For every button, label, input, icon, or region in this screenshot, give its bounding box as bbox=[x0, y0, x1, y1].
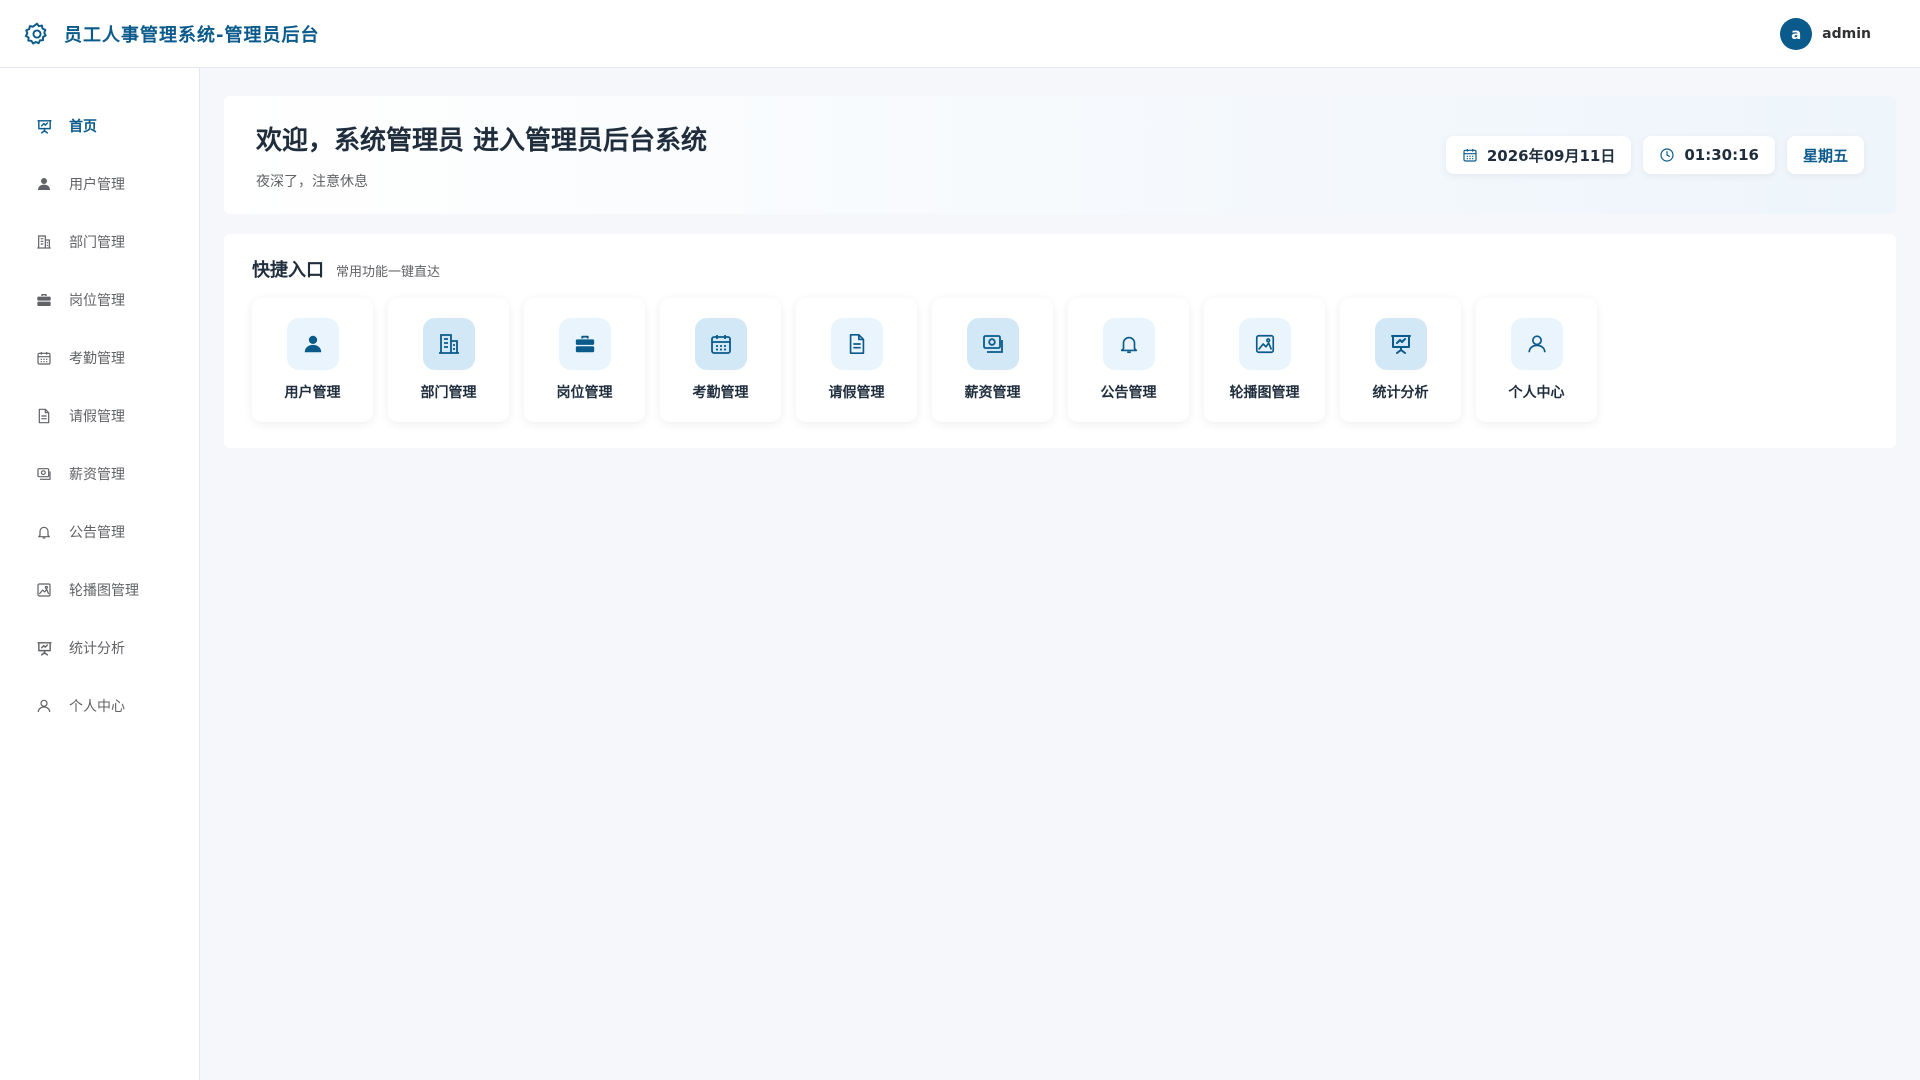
app-title: 员工人事管理系统-管理员后台 bbox=[64, 24, 320, 46]
weekday-chip: 星期五 bbox=[1786, 136, 1864, 174]
welcome-subtext: 夜深了，注意休息 bbox=[256, 173, 368, 190]
sidebar-item-label: 请假管理 bbox=[69, 409, 125, 425]
date-chip: 2026年09月11日 bbox=[1445, 136, 1632, 174]
document-icon bbox=[35, 407, 53, 425]
quick-card-label: 部门管理 bbox=[420, 385, 477, 401]
sidebar-item-announcements[interactable]: 公告管理 bbox=[0, 503, 199, 561]
quick-access-title: 快捷入口 bbox=[252, 260, 324, 281]
person-outline-icon bbox=[1510, 318, 1563, 370]
sidebar-item-label: 用户管理 bbox=[69, 177, 125, 193]
time-text: 01:30:16 bbox=[1684, 146, 1759, 164]
presentation-chart-icon bbox=[35, 117, 53, 135]
sidebar-item-home[interactable]: 首页 bbox=[0, 97, 199, 155]
money-icon bbox=[966, 318, 1019, 370]
quick-card-label: 用户管理 bbox=[284, 385, 341, 401]
quick-card-statistics[interactable]: 统计分析 bbox=[1340, 298, 1461, 422]
sidebar: 首页 用户管理 部门管理 岗位管理 考勤管理 请假管理 薪资管理 公告管理 轮播… bbox=[0, 68, 200, 1080]
bell-icon bbox=[1102, 318, 1155, 370]
sidebar-item-statistics[interactable]: 统计分析 bbox=[0, 619, 199, 677]
welcome-heading: 欢迎，系统管理员 进入管理员后台系统 bbox=[256, 125, 708, 156]
main-content: 欢迎，系统管理员 进入管理员后台系统 夜深了，注意休息 2026年09月11日 … bbox=[224, 96, 1896, 448]
quick-card-profile[interactable]: 个人中心 bbox=[1476, 298, 1597, 422]
sidebar-item-label: 部门管理 bbox=[69, 235, 125, 251]
building-icon bbox=[35, 233, 53, 251]
quick-access-panel: 快捷入口 常用功能一键直达 用户管理 部门管理 岗位管理 考勤管理 请假管理 薪… bbox=[224, 234, 1896, 448]
user-menu[interactable]: a admin bbox=[1780, 17, 1871, 50]
quick-card-label: 统计分析 bbox=[1372, 385, 1429, 401]
sidebar-item-label: 轮播图管理 bbox=[69, 583, 139, 599]
username[interactable]: admin bbox=[1822, 26, 1871, 42]
document-icon bbox=[830, 318, 883, 370]
sidebar-item-label: 个人中心 bbox=[69, 699, 125, 715]
avatar[interactable]: a bbox=[1780, 17, 1813, 50]
gear-icon bbox=[24, 20, 52, 48]
quick-card-salary[interactable]: 薪资管理 bbox=[932, 298, 1053, 422]
quick-card-label: 个人中心 bbox=[1508, 385, 1565, 401]
money-icon bbox=[35, 465, 53, 483]
time-chip: 01:30:16 bbox=[1643, 136, 1775, 174]
bell-icon bbox=[35, 523, 53, 541]
quick-card-attendance[interactable]: 考勤管理 bbox=[660, 298, 781, 422]
quick-card-users[interactable]: 用户管理 bbox=[252, 298, 373, 422]
quick-access-header: 快捷入口 常用功能一键直达 bbox=[252, 256, 1868, 282]
person-outline-icon bbox=[35, 697, 53, 715]
image-icon bbox=[1238, 318, 1291, 370]
quick-card-label: 轮播图管理 bbox=[1229, 385, 1300, 401]
quick-card-departments[interactable]: 部门管理 bbox=[388, 298, 509, 422]
sidebar-item-label: 薪资管理 bbox=[69, 467, 125, 483]
quick-card-positions[interactable]: 岗位管理 bbox=[524, 298, 645, 422]
welcome-text: 欢迎，系统管理员 进入管理员后台系统 夜深了，注意休息 bbox=[256, 120, 707, 191]
clock-icon bbox=[1659, 147, 1676, 164]
calendar-icon bbox=[694, 318, 747, 370]
calendar-icon bbox=[1462, 147, 1479, 164]
briefcase-icon bbox=[35, 291, 53, 309]
sidebar-item-profile[interactable]: 个人中心 bbox=[0, 677, 199, 735]
sidebar-item-label: 公告管理 bbox=[69, 525, 125, 541]
weekday-text: 星期五 bbox=[1802, 146, 1848, 165]
quick-card-label: 薪资管理 bbox=[964, 385, 1021, 401]
quick-card-label: 请假管理 bbox=[828, 385, 885, 401]
sidebar-item-carousel[interactable]: 轮播图管理 bbox=[0, 561, 199, 619]
sidebar-item-leave[interactable]: 请假管理 bbox=[0, 387, 199, 445]
sidebar-item-users[interactable]: 用户管理 bbox=[0, 155, 199, 213]
user-icon bbox=[35, 175, 53, 193]
quick-card-announcements[interactable]: 公告管理 bbox=[1068, 298, 1189, 422]
sidebar-item-label: 首页 bbox=[69, 119, 97, 135]
quick-card-label: 考勤管理 bbox=[692, 385, 749, 401]
calendar-icon bbox=[35, 349, 53, 367]
quick-access-subtitle: 常用功能一键直达 bbox=[336, 265, 441, 280]
sidebar-item-attendance[interactable]: 考勤管理 bbox=[0, 329, 199, 387]
building-icon bbox=[422, 318, 475, 370]
sidebar-item-label: 统计分析 bbox=[69, 641, 125, 657]
quick-card-label: 公告管理 bbox=[1100, 385, 1157, 401]
presentation-chart-icon bbox=[35, 639, 53, 657]
sidebar-item-label: 岗位管理 bbox=[69, 293, 125, 309]
quick-access-cards: 用户管理 部门管理 岗位管理 考勤管理 请假管理 薪资管理 公告管理 轮播图管理… bbox=[252, 298, 1868, 422]
quick-card-leave[interactable]: 请假管理 bbox=[796, 298, 917, 422]
sidebar-item-label: 考勤管理 bbox=[69, 351, 125, 367]
presentation-chart-icon bbox=[1374, 318, 1427, 370]
quick-card-label: 岗位管理 bbox=[556, 385, 613, 401]
sidebar-item-salary[interactable]: 薪资管理 bbox=[0, 445, 199, 503]
briefcase-icon bbox=[558, 318, 611, 370]
top-header: 员工人事管理系统-管理员后台 a admin bbox=[0, 0, 1920, 68]
datetime-chips: 2026年09月11日 01:30:16 星期五 bbox=[1445, 136, 1864, 174]
sidebar-item-positions[interactable]: 岗位管理 bbox=[0, 271, 199, 329]
welcome-banner: 欢迎，系统管理员 进入管理员后台系统 夜深了，注意休息 2026年09月11日 … bbox=[224, 96, 1896, 214]
sidebar-item-departments[interactable]: 部门管理 bbox=[0, 213, 199, 271]
image-icon bbox=[35, 581, 53, 599]
date-text: 2026年09月11日 bbox=[1486, 146, 1616, 165]
user-icon bbox=[286, 318, 339, 370]
quick-card-carousel[interactable]: 轮播图管理 bbox=[1204, 298, 1325, 422]
